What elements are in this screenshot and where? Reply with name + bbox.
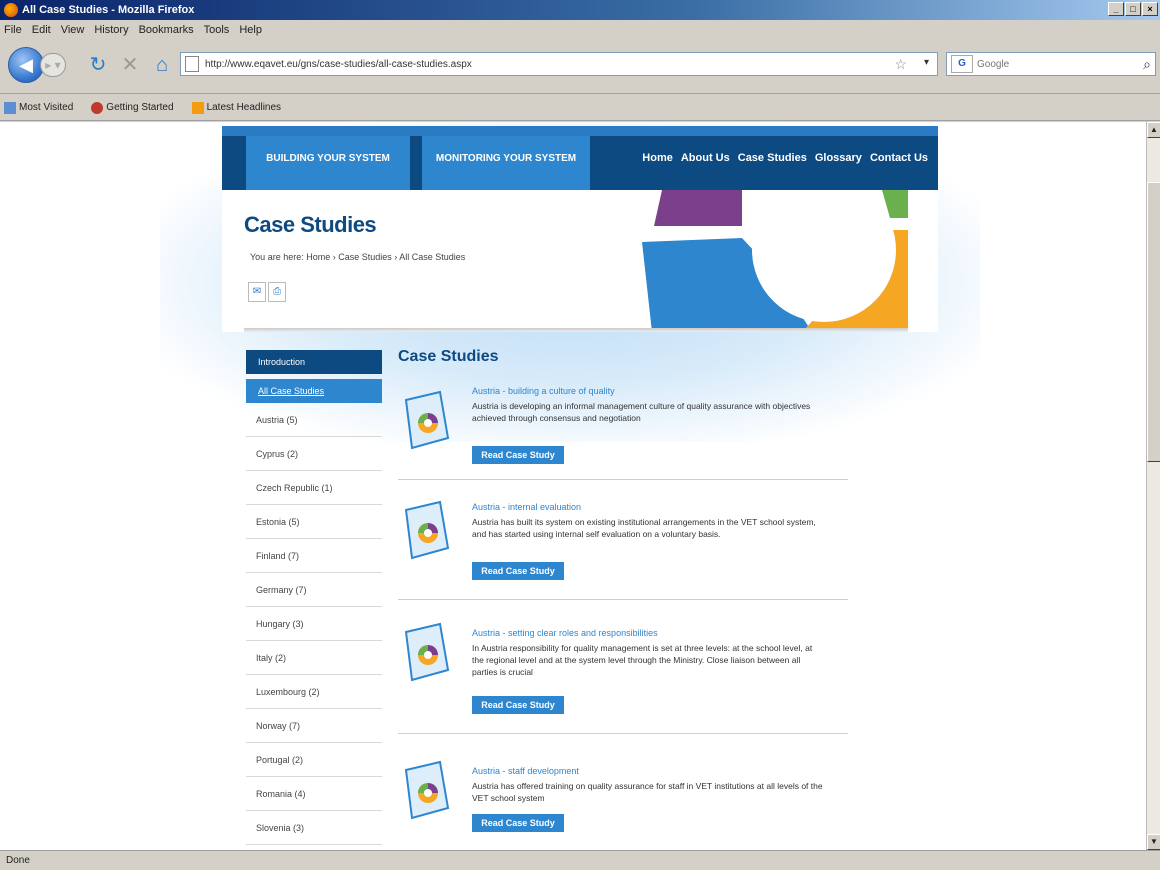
case-study-item: Austria - building a culture of quality … [398,378,848,480]
sidebar-item-all-case-studies[interactable]: All Case Studies [246,379,382,403]
case-study-document-icon [404,500,450,560]
case-study-list: Case Studies Austria - building a cultur… [398,348,848,850]
back-button[interactable]: ◀ [8,47,44,83]
sidebar-item-cyprus[interactable]: Cyprus (2) [246,437,382,471]
nav-contact-us[interactable]: Contact Us [870,152,928,164]
case-study-title[interactable]: Austria - internal evaluation [472,502,581,512]
bookmark-star-icon[interactable]: ☆ [894,56,907,73]
bookmarks-toolbar: Most Visited Getting Started Latest Head… [0,95,1160,121]
url-text: http://www.eqavet.eu/gns/case-studies/al… [205,58,472,70]
case-study-item: Austria - setting clear roles and respon… [398,600,848,734]
title-bar: All Case Studies - Mozilla Firefox _ □ × [0,0,1160,20]
navigation-toolbar: ◀ ▸ ▾ ↻ ✕ ⌂ http://www.eqavet.eu/gns/cas… [0,40,1160,94]
tab-building-your-system[interactable]: BUILDING YOUR SYSTEM [246,136,410,190]
chevron-down-icon[interactable]: ▾ [924,57,929,68]
sidebar: Introduction All Case Studies Austria (5… [246,350,382,845]
window-title: All Case Studies - Mozilla Firefox [22,4,195,16]
vertical-scrollbar[interactable]: ▲ ▼ [1146,122,1160,850]
rss-icon [191,101,204,114]
search-input[interactable]: G Google ⌕ [946,52,1156,76]
menu-edit[interactable]: Edit [32,24,51,36]
top-nav: Home About Us Case Studies Glossary Cont… [642,152,928,164]
bookmark-getting-started[interactable]: Getting Started [91,101,174,114]
sidebar-item-austria[interactable]: Austria (5) [246,403,382,437]
address-bar[interactable]: http://www.eqavet.eu/gns/case-studies/al… [180,52,938,76]
scroll-thumb[interactable] [1147,182,1160,462]
sidebar-item-italy[interactable]: Italy (2) [246,641,382,675]
case-study-description: Austria has offered training on quality … [472,781,823,803]
home-icon[interactable]: ⌂ [148,51,176,79]
case-study-item: Austria - staff development Austria has … [398,734,848,850]
read-case-study-button[interactable]: Read Case Study [472,814,564,832]
sidebar-item-estonia[interactable]: Estonia (5) [246,505,382,539]
sidebar-item-romania[interactable]: Romania (4) [246,777,382,811]
case-study-description: Austria has built its system on existing… [472,517,816,539]
nav-glossary[interactable]: Glossary [815,152,862,164]
site-container: BUILDING YOUR SYSTEM MONITORING YOUR SYS… [222,126,938,846]
close-button[interactable]: × [1142,2,1158,16]
breadcrumb[interactable]: You are here: Home › Case Studies › All … [250,252,465,262]
tab-monitoring-your-system[interactable]: MONITORING YOUR SYSTEM [422,136,590,190]
nav-case-studies[interactable]: Case Studies [738,152,807,164]
page-viewport: BUILDING YOUR SYSTEM MONITORING YOUR SYS… [0,122,1146,850]
sidebar-item-portugal[interactable]: Portugal (2) [246,743,382,777]
case-study-document-icon [404,622,450,682]
nav-home[interactable]: Home [642,152,673,164]
sidebar-item-norway[interactable]: Norway (7) [246,709,382,743]
firefox-icon [91,101,104,114]
case-study-item: Austria - internal evaluation Austria ha… [398,480,848,600]
sidebar-item-introduction[interactable]: Introduction [246,350,382,374]
nav-about-us[interactable]: About Us [681,152,730,164]
search-icon[interactable]: ⌕ [1143,56,1151,73]
sidebar-item-hungary[interactable]: Hungary (3) [246,607,382,641]
case-study-document-icon [404,390,450,450]
minimize-button[interactable]: _ [1108,2,1124,16]
sidebar-item-germany[interactable]: Germany (7) [246,573,382,607]
forward-button[interactable]: ▸ ▾ [40,53,66,77]
menu-help[interactable]: Help [239,24,262,36]
email-icon[interactable]: ✉ [248,282,266,302]
print-icon[interactable]: ⎙ [268,282,286,302]
case-study-title[interactable]: Austria - setting clear roles and respon… [472,628,658,638]
bookmark-latest-headlines[interactable]: Latest Headlines [191,101,281,114]
sidebar-item-czech-republic[interactable]: Czech Republic (1) [246,471,382,505]
google-icon[interactable]: G [951,55,973,73]
scroll-up-icon[interactable]: ▲ [1147,122,1160,138]
sidebar-item-luxembourg[interactable]: Luxembourg (2) [246,675,382,709]
section-title: Case Studies [398,348,499,365]
firefox-icon [4,3,18,17]
menu-bar: File Edit View History Bookmarks Tools H… [0,20,1160,40]
page-title: Case Studies [244,212,377,237]
case-study-document-icon [404,760,450,820]
page-icon [185,56,199,72]
sidebar-item-finland[interactable]: Finland (7) [246,539,382,573]
reload-icon[interactable]: ↻ [84,51,112,79]
status-bar: Done [0,850,1160,870]
menu-file[interactable]: File [4,24,22,36]
stop-icon[interactable]: ✕ [116,51,144,79]
case-study-title[interactable]: Austria - staff development [472,766,579,776]
maximize-button[interactable]: □ [1125,2,1141,16]
site-header: BUILDING YOUR SYSTEM MONITORING YOUR SYS… [222,126,938,190]
menu-view[interactable]: View [61,24,85,36]
case-study-title[interactable]: Austria - building a culture of quality [472,386,615,396]
menu-tools[interactable]: Tools [204,24,230,36]
bookmark-most-visited[interactable]: Most Visited [4,101,73,114]
sidebar-item-slovenia[interactable]: Slovenia (3) [246,811,382,845]
scroll-down-icon[interactable]: ▼ [1147,834,1160,850]
banner-graphic [642,190,908,332]
page-banner: Case Studies You are here: Home › Case S… [222,190,938,332]
read-case-study-button[interactable]: Read Case Study [472,562,564,580]
bookmark-icon [4,101,16,114]
case-study-description: Austria is developing an informal manage… [472,401,811,423]
case-study-description: In Austria responsibility for quality ma… [472,643,813,677]
search-placeholder: Google [977,58,1010,70]
menu-history[interactable]: History [94,24,128,36]
read-case-study-button[interactable]: Read Case Study [472,446,564,464]
menu-bookmarks[interactable]: Bookmarks [139,24,194,36]
read-case-study-button[interactable]: Read Case Study [472,696,564,714]
divider [244,328,908,332]
